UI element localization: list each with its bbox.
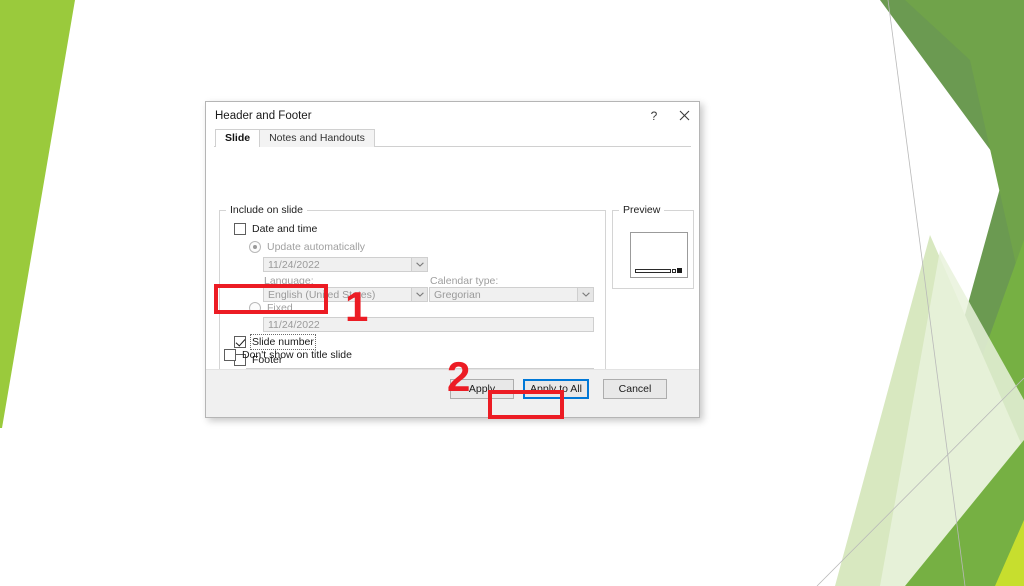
header-and-footer-dialog: Header and Footer ? Slide Notes and Hand… <box>205 101 700 418</box>
fixed-date-textbox[interactable]: 11/24/2022 <box>263 317 594 332</box>
fixed-label: Fixed <box>267 302 293 314</box>
update-automatically-radio[interactable] <box>249 241 261 253</box>
date-and-time-checkbox[interactable] <box>234 223 246 235</box>
close-icon[interactable] <box>669 103 699 129</box>
dialog-titlebar: Header and Footer ? <box>206 102 699 129</box>
slide-number-label: Slide number <box>250 334 316 350</box>
include-on-slide-legend: Include on slide <box>230 204 303 216</box>
tab-notes-and-handouts[interactable]: Notes and Handouts <box>259 129 375 147</box>
preview-slide-number-outline <box>672 269 676 273</box>
language-label: Language: <box>264 275 314 287</box>
calendar-type-value: Gregorian <box>434 288 481 301</box>
fixed-row[interactable]: Fixed <box>249 302 293 314</box>
preview-thumbnail <box>630 232 688 278</box>
dialog-footer: Apply Apply to All Cancel <box>206 369 699 417</box>
chevron-down-icon[interactable] <box>577 288 593 301</box>
dont-show-on-title-slide-label: Don't show on title slide <box>242 349 352 361</box>
language-value: English (United States) <box>268 288 376 301</box>
cancel-button[interactable]: Cancel <box>603 379 667 399</box>
preview-legend: Preview <box>623 204 661 216</box>
calendar-type-combobox[interactable]: Gregorian <box>429 287 594 302</box>
preview-group: Preview <box>612 204 694 289</box>
preview-slide-number-marker <box>677 268 682 273</box>
calendar-type-label: Calendar type: <box>430 275 499 287</box>
date-format-value: 11/24/2022 <box>268 258 320 271</box>
slide-number-checkbox[interactable] <box>234 336 246 348</box>
date-and-time-label: Date and time <box>252 223 318 235</box>
dont-show-on-title-slide-checkbox[interactable] <box>224 349 236 361</box>
update-automatically-row[interactable]: Update automatically <box>249 241 365 253</box>
date-format-combobox[interactable]: 11/24/2022 <box>263 257 428 272</box>
apply-to-all-button[interactable]: Apply to All <box>523 379 589 399</box>
preview-footer-bar <box>635 269 671 273</box>
apply-button[interactable]: Apply <box>450 379 514 399</box>
date-and-time-row[interactable]: Date and time <box>234 223 317 235</box>
dialog-title: Header and Footer <box>215 109 312 122</box>
chevron-down-icon[interactable] <box>411 288 427 301</box>
help-icon[interactable]: ? <box>639 103 669 129</box>
slide-number-row[interactable]: Slide number <box>234 334 316 350</box>
update-automatically-label: Update automatically <box>267 241 366 253</box>
chevron-down-icon[interactable] <box>411 258 427 271</box>
dont-show-on-title-slide-row[interactable]: Don't show on title slide <box>224 349 352 361</box>
tab-slide[interactable]: Slide <box>215 129 261 147</box>
fixed-radio[interactable] <box>249 302 261 314</box>
dialog-tabstrip: Slide Notes and Handouts <box>206 129 699 147</box>
language-combobox[interactable]: English (United States) <box>263 287 428 302</box>
